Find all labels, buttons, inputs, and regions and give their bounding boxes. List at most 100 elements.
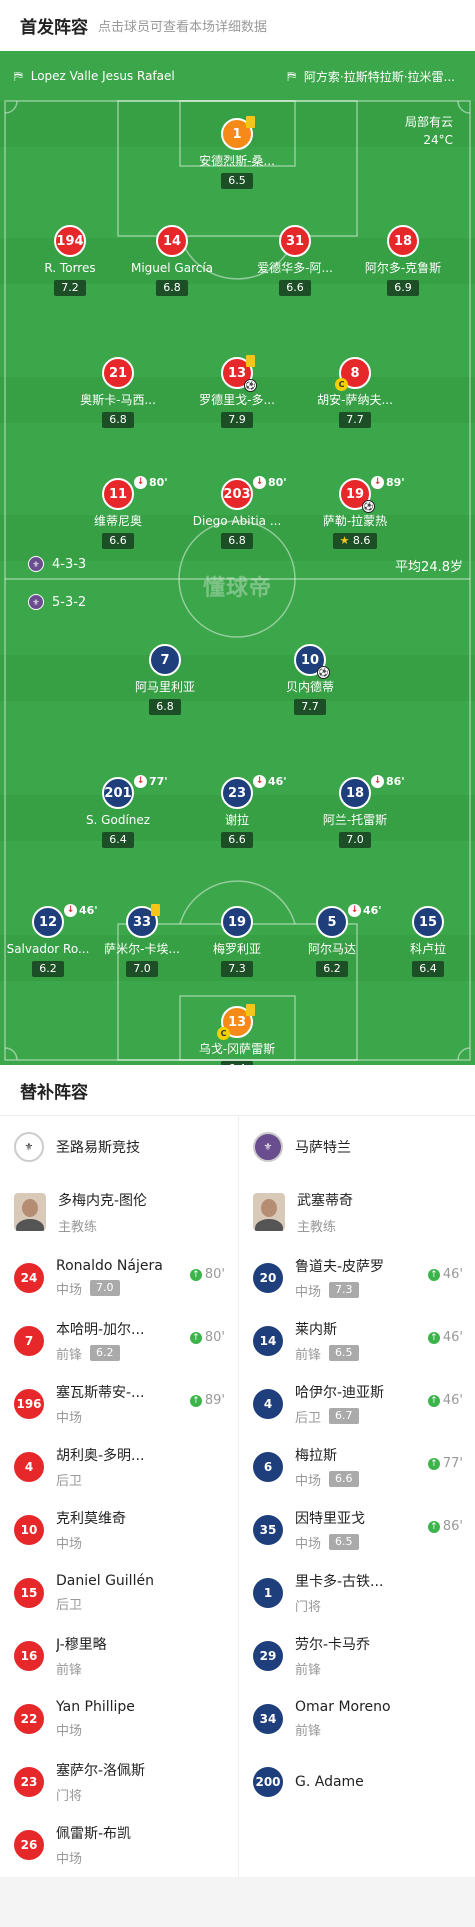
home-player[interactable]: 14 Miguel García 6.8	[122, 225, 222, 296]
sub-in-minute: 89'	[204, 1393, 225, 1408]
bench-player-row[interactable]: 4 胡利奥-多明... 后卫	[0, 1435, 237, 1498]
bench-player-row[interactable]: 6 梅拉斯 中场 6.6 ↑ 77'	[239, 1435, 475, 1498]
player-rating: 7.7	[339, 412, 371, 428]
captain-icon: C	[335, 378, 348, 391]
bench-player-row[interactable]: 14 莱内斯 前锋 6.5 ↑ 46'	[239, 1309, 475, 1372]
away-player[interactable]: 13C乌戈-冈萨雷斯6.4	[187, 1004, 287, 1065]
home-player[interactable]: 18 阿尔多-克鲁斯 6.9	[353, 225, 453, 296]
home-coach[interactable]: 多梅内克-图伦 主教练	[0, 1178, 237, 1246]
away-player[interactable]: 5 ↓ 46' 阿尔马达 6.2	[282, 904, 382, 977]
home-player[interactable]: 8 C 胡安-萨纳夫... 7.7	[305, 357, 405, 428]
sub-in-minute: 46'	[442, 1267, 463, 1282]
yellow-card-icon	[246, 1004, 255, 1016]
player-number-badge: 1	[221, 116, 255, 150]
player-number-badge: 15	[412, 906, 444, 938]
substitution-out: ↓ 80'	[253, 476, 287, 489]
home-player[interactable]: 194 R. Torres 7.2	[20, 225, 120, 296]
substitution-out: ↓ 77'	[134, 775, 168, 788]
away-player[interactable]: 7 阿马里利亚 6.8	[115, 644, 215, 715]
lineup-hint: 点击球员可查看本场详细数据	[98, 19, 268, 35]
bench-player-row[interactable]: 4 哈伊尔-迪亚斯 后卫 6.7 ↑ 46'	[239, 1372, 475, 1435]
away-bench-team[interactable]: ⚜ 马萨特兰	[239, 1116, 475, 1178]
rating-value: 6.5	[228, 174, 246, 187]
substitution-out: ↓ 86'	[371, 775, 405, 788]
player-rating: 6.6	[102, 533, 134, 549]
goal-icon: ⚽	[362, 500, 375, 513]
player-number-badge: 33	[126, 904, 160, 938]
sub-in-minute: 86'	[442, 1519, 463, 1534]
player-number-badge: 7	[149, 644, 181, 676]
away-badge-icon: ⚜	[28, 594, 44, 610]
home-player[interactable]: 31 爱德华多-阿... 6.6	[245, 225, 345, 296]
away-player[interactable]: 23 ↓ 46' 谢拉 6.6	[187, 775, 287, 848]
rating-value: 6.6	[228, 833, 246, 846]
bench-player-name: J-穆里略	[56, 1636, 107, 1653]
player-rating: 7.0	[126, 961, 158, 977]
sub-in: ↑ 80'	[189, 1267, 225, 1282]
away-player[interactable]: 12 ↓ 46' Salvador Ro... 6.2	[0, 904, 98, 977]
sub-minute: 46'	[268, 775, 287, 788]
bench-player-row[interactable]: 16 J-穆里略 前锋	[0, 1624, 237, 1687]
home-player[interactable]: 19 ⚽ ↓ 89' 萨勒-拉蒙热 ★ 8.6	[305, 476, 405, 549]
home-player[interactable]: 203 ↓ 80' Diego Abitia ... 6.8	[187, 476, 287, 549]
player-rating: 6.9	[387, 280, 419, 296]
average-age: 平均24.8岁	[395, 560, 463, 575]
bench-player-position: 中场	[295, 1473, 322, 1489]
sub-out-icon: ↓	[348, 904, 361, 917]
sub-in: ↑ 89'	[189, 1393, 225, 1408]
home-player[interactable]: 1 安德烈斯-桑... 6.5	[187, 116, 287, 189]
player-number-badge: 21	[102, 357, 134, 389]
player-number: 19	[345, 486, 365, 502]
away-player[interactable]: 201 ↓ 77' S. Godínez 6.4	[68, 775, 168, 848]
bench-player-name: Omar Moreno	[295, 1698, 391, 1715]
player-number-badge: 18 ↓ 86'	[339, 775, 405, 809]
bench-player-row[interactable]: 10 克利莫维奇 中场	[0, 1498, 237, 1561]
bench-player-row[interactable]: 1 里卡多-古铁... 门将	[239, 1561, 475, 1624]
bench-section: 替补阵容 ⚜ 圣路易斯竞技 多梅内克-图伦 主教练 24 Ronaldo Náje…	[0, 1065, 475, 1927]
weather: 局部有云 24°C	[405, 113, 453, 149]
bench-player-row[interactable]: 23 塞萨尔-洛佩斯 门将	[0, 1750, 237, 1813]
bench-player-row[interactable]: 196 塞瓦斯蒂安-... 中场 ↑ 89'	[0, 1372, 237, 1435]
bench-player-row[interactable]: 15 Daniel Guillén 后卫	[0, 1561, 237, 1624]
home-player[interactable]: 13 ⚽ 罗德里戈-多... 7.9	[187, 355, 287, 428]
away-player[interactable]: 15 科卢拉 6.4	[378, 906, 475, 977]
bench-player-row[interactable]: 200 G. Adame	[239, 1750, 475, 1813]
bench-player-row[interactable]: 24 Ronaldo Nájera 中场 7.0 ↑ 80'	[0, 1246, 237, 1309]
player-rating: 6.8	[149, 699, 181, 715]
player-name: 乌戈-冈萨雷斯	[198, 1042, 276, 1056]
bench-player-row[interactable]: 20 鲁道夫-皮萨罗 中场 7.3 ↑ 46'	[239, 1246, 475, 1309]
sub-out-icon: ↓	[64, 904, 77, 917]
away-player[interactable]: 33 萨米尔-卡埃... 7.0	[92, 904, 192, 977]
player-name: 萨米尔-卡埃...	[104, 942, 180, 956]
sub-out-icon: ↓	[253, 775, 266, 788]
bench-player-row[interactable]: 34 Omar Moreno 前锋	[239, 1687, 475, 1750]
rating-value: 6.4	[109, 833, 127, 846]
bench-player-position: 前锋	[295, 1662, 322, 1678]
away-player[interactable]: 18 ↓ 86' 阿兰-托雷斯 7.0	[305, 775, 405, 848]
sub-in-minute: 77'	[442, 1456, 463, 1471]
home-player[interactable]: 21 奥斯卡-马西... 6.8	[68, 357, 168, 428]
sub-in-icon: ↑	[427, 1394, 440, 1407]
home-player[interactable]: 11 ↓ 80' 维蒂尼奥 6.6	[68, 476, 168, 549]
bench-player-row[interactable]: 29 劳尔-卡马乔 前锋	[239, 1624, 475, 1687]
bench-player-rating: 6.7	[329, 1408, 359, 1424]
away-coach[interactable]: 武塞蒂奇 主教练	[239, 1178, 475, 1246]
away-player[interactable]: 10 ⚽ 贝内德蒂 7.7	[260, 644, 360, 715]
player-name: 科卢拉	[409, 942, 446, 956]
sub-in: ↑ 86'	[427, 1519, 463, 1534]
bench-player-row[interactable]: 7 本哈明-加尔... 前锋 6.2 ↑ 80'	[0, 1309, 237, 1372]
bench-player-name: Yan Phillipe	[56, 1698, 135, 1715]
sub-in-icon: ↑	[189, 1331, 202, 1344]
bench-player-number: 196	[14, 1388, 44, 1419]
away-player[interactable]: 19 梅罗利亚 7.3	[187, 906, 287, 977]
home-bench-team[interactable]: ⚜ 圣路易斯竞技	[0, 1116, 237, 1178]
bench-player-row[interactable]: 26 佩雷斯-布凯 中场	[0, 1813, 237, 1876]
sub-in-minute: 80'	[204, 1330, 225, 1345]
player-number: 13	[227, 1014, 247, 1030]
player-number: 1	[232, 126, 242, 142]
bench-player-position: 前锋	[295, 1723, 322, 1739]
player-name: 奥斯卡-马西...	[80, 393, 156, 407]
bench-player-row[interactable]: 22 Yan Phillipe 中场	[0, 1687, 237, 1750]
bench-player-row[interactable]: 35 因特里亚戈 中场 6.5 ↑ 86'	[239, 1498, 475, 1561]
player-number-badge: 5 ↓ 46'	[316, 904, 382, 938]
